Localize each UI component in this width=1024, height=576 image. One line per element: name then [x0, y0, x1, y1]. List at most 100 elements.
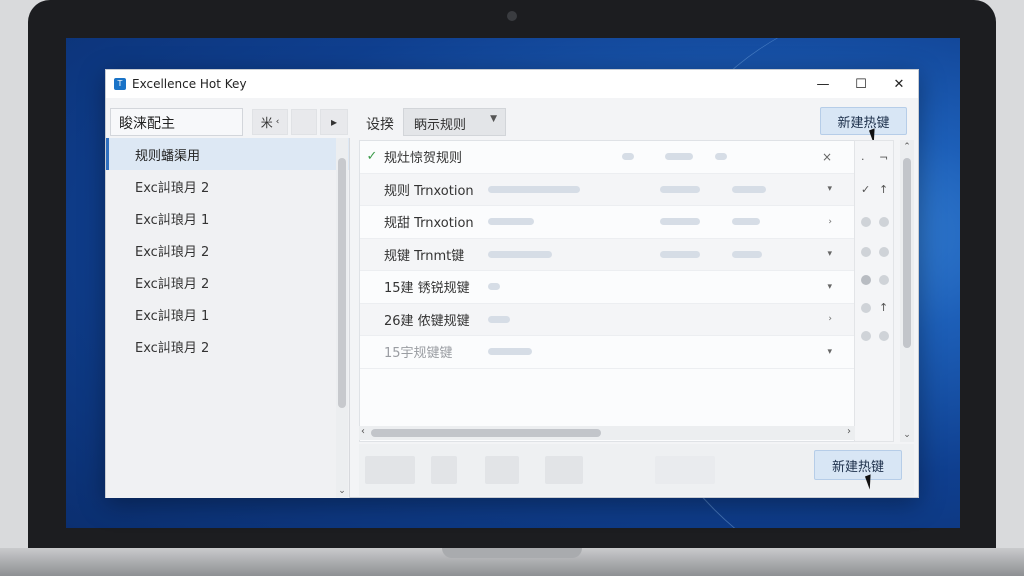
window-title: Excellence Hot Key: [132, 77, 247, 91]
rule-select-value: 眪示规则: [414, 118, 467, 133]
close-icon[interactable]: ×: [822, 150, 832, 164]
fuzzy-cell: [488, 250, 552, 258]
fuzzy-cell: [732, 218, 760, 226]
caret-down-icon[interactable]: ▾: [827, 249, 832, 259]
app-window: T Excellence Hot Key — ☐ ✕ 睃涞配主 米 ‹ ▸ 规则…: [105, 69, 919, 498]
minimize-button[interactable]: —: [804, 70, 842, 98]
left-scrollbar[interactable]: ⌄: [336, 138, 348, 498]
new-hotkey-button-bottom[interactable]: 新建热键: [814, 450, 902, 480]
bottom-toolbar: 新建热键: [359, 444, 914, 496]
list-item[interactable]: 规则蟠渠用: [106, 138, 349, 170]
scroll-thumb[interactable]: [338, 158, 346, 408]
list-item[interactable]: Exc訆琅月 2: [106, 170, 349, 202]
table-row[interactable]: 15宇规键键 ▾: [360, 336, 854, 369]
dash-icon: ¬: [879, 151, 889, 164]
app-icon: T: [114, 78, 126, 90]
close-button[interactable]: ✕: [880, 70, 918, 98]
rule-name: 26建 侬键规键: [384, 313, 470, 329]
rule-name: 规键 Trnmt键: [384, 248, 465, 264]
new-hotkey-button-top[interactable]: 新建热键: [820, 107, 907, 135]
table-horizontal-scrollbar[interactable]: ‹ ›: [359, 426, 855, 440]
list-item[interactable]: Exc訆琅月 1: [106, 298, 349, 330]
fuzzy-cell: [660, 218, 700, 226]
caret-down-icon: ▼: [490, 114, 497, 124]
list-item[interactable]: Exc訆琅月 2: [106, 234, 349, 266]
rules-table: ✓ 规灶惊贺规则 × 规则 Trnxotion ▾ 规甜 Trnxotion ›…: [359, 140, 855, 442]
rule-display-select[interactable]: 眪示规则 ▼: [403, 108, 506, 136]
table-row[interactable]: 规则 Trnxotion ▾: [360, 173, 854, 206]
table-row[interactable]: 规甜 Trnxotion ›: [360, 206, 854, 239]
action-rail: · ¬ ✓ ↑ ↑: [854, 140, 894, 442]
caret-down-icon[interactable]: ▾: [827, 347, 832, 357]
square-icon[interactable]: [861, 217, 871, 227]
chevron-down-icon[interactable]: ⌄: [900, 430, 914, 440]
filter-label: 米: [260, 115, 273, 130]
arrow-up-icon[interactable]: ↑: [879, 183, 888, 196]
tool-button[interactable]: [431, 456, 457, 484]
caret-left-icon: ‹: [275, 117, 280, 127]
circle-icon[interactable]: [861, 331, 871, 341]
fuzzy-cell: [488, 315, 510, 323]
table-row[interactable]: ✓ 规灶惊贺规则 ×: [360, 141, 854, 174]
fuzzy-cell: [488, 218, 534, 226]
settings-label: 设揆: [366, 117, 394, 133]
rule-name: 规甜 Trnxotion: [384, 216, 474, 232]
checkmark-icon[interactable]: ✓: [861, 183, 870, 196]
list-item[interactable]: Exc訆琅月 2: [106, 330, 349, 362]
fuzzy-cell: [732, 185, 766, 193]
list-item[interactable]: Exc訆琅月 2: [106, 266, 349, 298]
circle-icon[interactable]: [879, 247, 889, 257]
fuzzy-cell: [622, 153, 634, 161]
rule-name: 规则 Trnxotion: [384, 183, 474, 199]
chevron-right-icon[interactable]: ›: [847, 426, 851, 437]
table-row[interactable]: 26建 侬键规键 ›: [360, 303, 854, 336]
scroll-thumb[interactable]: [903, 158, 911, 348]
webcam-icon: [507, 11, 517, 21]
circle-icon[interactable]: [861, 247, 871, 257]
tool-button[interactable]: [485, 456, 519, 484]
circle-icon[interactable]: [879, 217, 889, 227]
chevron-up-icon[interactable]: ⌃: [900, 142, 914, 152]
search-input[interactable]: 睃涞配主: [110, 108, 243, 136]
arrow-up-icon[interactable]: ↑: [879, 301, 888, 314]
scroll-thumb[interactable]: [371, 429, 601, 437]
tool-button[interactable]: [365, 456, 415, 484]
fuzzy-cell: [660, 250, 700, 258]
fuzzy-cell: [665, 153, 693, 161]
fuzzy-cell: [488, 283, 500, 291]
chevron-left-icon[interactable]: ‹: [361, 426, 365, 437]
fuzzy-cell: [488, 348, 532, 356]
circle-icon[interactable]: [861, 275, 871, 285]
fuzzy-cell: [660, 185, 700, 193]
next-button[interactable]: ▸: [320, 109, 348, 135]
fuzzy-cell: [732, 250, 762, 258]
chevron-right-icon[interactable]: ›: [828, 217, 832, 227]
rule-group-list: 规则蟠渠用 Exc訆琅月 2 Exc訆琅月 1 Exc訆琅月 2 Exc訆琅月 …: [106, 138, 350, 498]
title-bar: T Excellence Hot Key — ☐ ✕: [106, 70, 918, 98]
maximize-button[interactable]: ☐: [842, 70, 880, 98]
filter-button[interactable]: 米 ‹: [252, 109, 288, 135]
chevron-right-icon[interactable]: ›: [828, 314, 832, 324]
tool-button[interactable]: [545, 456, 583, 484]
left-toolbar: 睃涞配主 米 ‹ ▸: [110, 108, 350, 138]
dot-icon: ·: [861, 153, 865, 166]
fuzzy-cell: [488, 185, 580, 193]
caret-down-icon[interactable]: ▾: [827, 184, 832, 194]
table-vertical-scrollbar[interactable]: ⌃ ⌄: [900, 140, 914, 442]
checkmark-icon: ✓: [366, 149, 378, 165]
list-item[interactable]: Exc訆琅月 1: [106, 202, 349, 234]
blank-button[interactable]: [291, 109, 317, 135]
laptop-notch: [442, 548, 582, 558]
fuzzy-cell: [715, 153, 727, 161]
table-row[interactable]: 规键 Trnmt键 ▾: [360, 238, 854, 271]
caret-down-icon[interactable]: ▾: [827, 282, 832, 292]
tool-button[interactable]: [655, 456, 715, 484]
rule-name: 规灶惊贺规则: [384, 151, 463, 167]
circle-icon[interactable]: [879, 275, 889, 285]
circle-icon[interactable]: [861, 303, 871, 313]
circle-icon[interactable]: [879, 331, 889, 341]
rule-name: 15建 锈锐规键: [384, 281, 470, 297]
chevron-down-icon[interactable]: ⌄: [336, 486, 348, 496]
rule-name: 15宇规键键: [384, 346, 453, 362]
table-row[interactable]: 15建 锈锐规键 ▾: [360, 271, 854, 304]
